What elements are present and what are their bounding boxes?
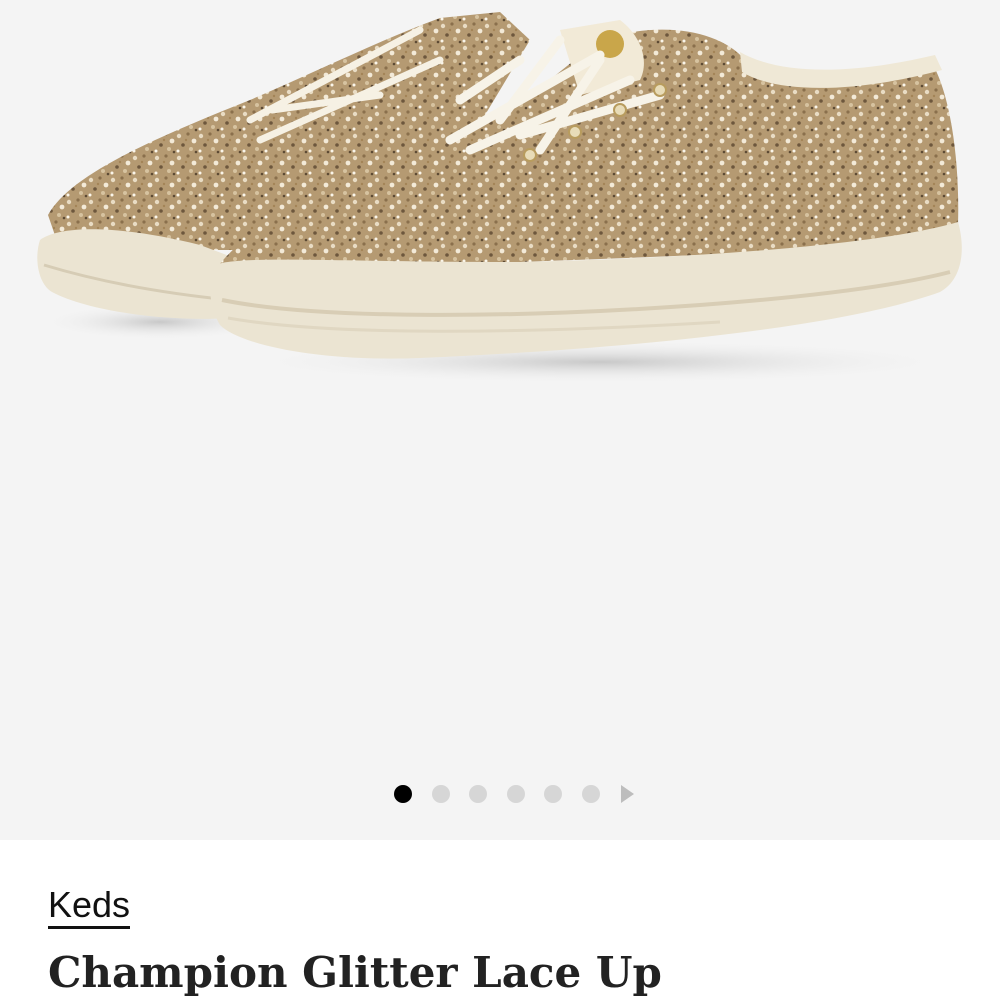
gallery-dot-1[interactable] bbox=[394, 785, 412, 803]
product-title: Champion Glitter Lace Up bbox=[48, 948, 662, 997]
product-info: Keds Champion Glitter Lace Up bbox=[0, 840, 1000, 1000]
brand-link[interactable]: Keds bbox=[48, 887, 131, 929]
gallery-dot-2[interactable] bbox=[431, 785, 450, 803]
product-image-gallery[interactable] bbox=[0, 0, 1000, 840]
gallery-dot-3[interactable] bbox=[469, 785, 487, 803]
gallery-dot-4[interactable] bbox=[506, 785, 525, 803]
chevron-right-icon[interactable] bbox=[621, 785, 634, 803]
product-image[interactable] bbox=[0, 0, 1000, 420]
gallery-dot-6[interactable] bbox=[581, 785, 600, 803]
gallery-dot-5[interactable] bbox=[544, 785, 562, 803]
gallery-pagination bbox=[394, 782, 634, 806]
